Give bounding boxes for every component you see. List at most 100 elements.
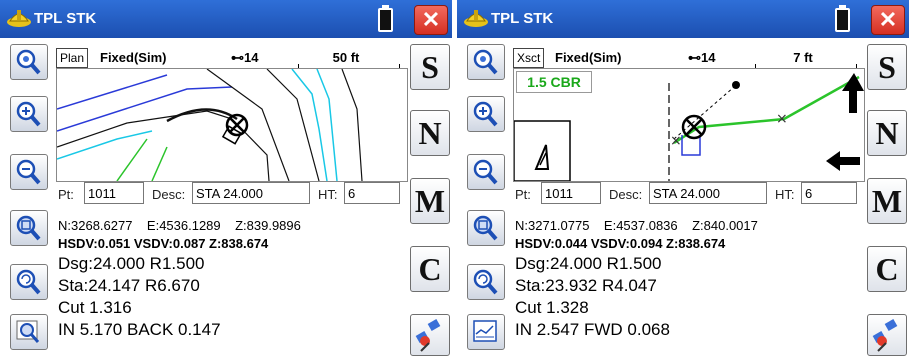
profile-view-button[interactable]	[467, 314, 505, 350]
point-info-row: Pt: 1011 Desc: STA 24.000 HT: 6	[513, 182, 863, 208]
elevation-value: Z:840.0017	[692, 218, 758, 233]
zoom-window-button[interactable]	[467, 210, 505, 246]
n-button[interactable]: N	[410, 110, 450, 156]
zoom-toolbar	[0, 38, 55, 358]
zoom-out-icon	[473, 159, 498, 185]
point-info-row: Pt: 1011 Desc: STA 24.000 HT: 6	[56, 182, 406, 208]
ht-label: HT:	[318, 187, 338, 202]
cut-line: Cut 1.316	[58, 298, 132, 317]
battery-icon	[378, 5, 393, 32]
status-bar: Xsct Fixed(Sim) ⊷14 7 ft	[513, 48, 863, 69]
plan-map-drawing	[57, 69, 363, 181]
zoom-out-icon	[16, 159, 41, 185]
gps-status-button[interactable]	[410, 314, 450, 356]
zoom-in-icon	[473, 101, 498, 127]
n-button[interactable]: N	[867, 110, 907, 156]
close-button[interactable]: ✕	[414, 5, 448, 35]
c-button[interactable]: C	[867, 246, 907, 292]
northing-value: N:3271.0775	[515, 218, 590, 233]
station-line: Sta:24.147 R6.670	[58, 276, 200, 295]
cross-section-view[interactable]: × × 1.5 CBR	[513, 68, 865, 182]
s-button[interactable]: S	[410, 44, 450, 90]
northing-value: N:3268.6277	[58, 218, 133, 233]
pt-label: Pt:	[58, 187, 74, 202]
close-button[interactable]: ✕	[871, 5, 905, 35]
hard-hat-icon	[7, 10, 31, 27]
desc-input[interactable]: STA 24.000	[192, 182, 310, 204]
side-toolbar: S N M C	[865, 38, 909, 358]
view-tab-plan[interactable]: Plan	[56, 48, 89, 68]
desc-label: Desc:	[609, 187, 643, 202]
direction-line: IN 5.170 BACK 0.147	[58, 320, 221, 339]
satellite-icon: ⊷	[688, 50, 701, 65]
cbr-label: 1.5 CBR	[516, 71, 592, 93]
m-button[interactable]: M	[410, 178, 450, 224]
zoom-window-icon	[16, 215, 41, 241]
zoom-extents-button[interactable]	[10, 44, 48, 80]
ht-label: HT:	[775, 187, 795, 202]
zoom-extents-button[interactable]	[467, 44, 505, 80]
pt-input[interactable]: 1011	[541, 182, 601, 204]
zoom-window-button[interactable]	[10, 210, 48, 246]
c-button[interactable]: C	[410, 246, 450, 292]
svg-text:×: ×	[670, 133, 682, 149]
zoom-realtime-button[interactable]	[10, 314, 48, 350]
desc-input[interactable]: STA 24.000	[649, 182, 767, 204]
satellite-icon: ⊷	[231, 50, 244, 65]
app-title: TPL STK	[34, 10, 97, 27]
easting-value: E:4537.0836	[603, 218, 678, 233]
design-line: Dsg:24.000 R1.500	[58, 254, 205, 273]
zoom-in-button[interactable]	[467, 96, 505, 132]
zoom-in-button[interactable]	[10, 96, 48, 132]
gps-status-button[interactable]	[867, 314, 907, 356]
satellite-count: ⊷14	[231, 50, 259, 65]
satellite-dish-icon	[872, 319, 898, 352]
view-tab-xsct[interactable]: Xsct	[513, 48, 545, 68]
zoom-previous-button[interactable]	[10, 264, 48, 300]
hard-hat-icon	[464, 10, 488, 27]
title-bar: TPL STK ✕	[457, 0, 909, 38]
app-title: TPL STK	[491, 10, 554, 27]
accuracy-line: HSDV:0.044 VSDV:0.094 Z:838.674	[515, 236, 726, 251]
gps-mode: Fixed(Sim)	[555, 50, 622, 65]
elevation-value: Z:839.9896	[235, 218, 301, 233]
zoom-out-button[interactable]	[10, 154, 48, 190]
m-button[interactable]: M	[867, 178, 907, 224]
cut-line: Cut 1.328	[515, 298, 589, 317]
pt-label: Pt:	[515, 187, 531, 202]
battery-icon	[835, 5, 850, 32]
zoom-in-icon	[16, 101, 41, 127]
satellite-count: ⊷14	[688, 50, 716, 65]
plan-map[interactable]	[56, 68, 408, 182]
left-screen: TPL STK ✕ Plan Fixed(Sim) ⊷14 50 ft Pt: …	[0, 0, 452, 358]
design-line: Dsg:24.000 R1.500	[515, 254, 662, 273]
zoom-toolbar	[457, 38, 512, 358]
s-button[interactable]: S	[867, 44, 907, 90]
satellite-dish-icon	[415, 319, 441, 352]
coordinate-line: N:3268.6277 E:4536.1289 Z:839.9896	[58, 218, 301, 233]
easting-value: E:4536.1289	[146, 218, 221, 233]
zoom-window-icon	[473, 215, 498, 241]
gps-mode: Fixed(Sim)	[100, 50, 167, 65]
coordinate-line: N:3271.0775 E:4537.0836 Z:840.0017	[515, 218, 758, 233]
ht-input[interactable]: 6	[344, 182, 400, 204]
station-line: Sta:23.932 R4.047	[515, 276, 657, 295]
zoom-previous-icon	[16, 269, 41, 295]
ht-input[interactable]: 6	[801, 182, 857, 204]
direction-line: IN 2.547 FWD 0.068	[515, 320, 670, 339]
right-screen: TPL STK ✕ Xsct Fixed(Sim) ⊷14 7 ft × × 1…	[457, 0, 909, 358]
accuracy-line: HSDV:0.051 VSDV:0.087 Z:838.674	[58, 236, 269, 251]
side-toolbar: S N M C	[408, 38, 452, 358]
svg-text:×: ×	[776, 111, 788, 127]
status-bar: Plan Fixed(Sim) ⊷14 50 ft	[56, 48, 406, 69]
zoom-extents-icon	[473, 49, 498, 75]
zoom-out-button[interactable]	[467, 154, 505, 190]
zoom-previous-icon	[473, 269, 498, 295]
zoom-previous-button[interactable]	[467, 264, 505, 300]
zoom-realtime-icon	[16, 320, 40, 343]
title-bar: TPL STK ✕	[0, 0, 452, 38]
profile-chart-icon	[473, 320, 497, 342]
scale-label: 7 ft	[793, 50, 813, 65]
pt-input[interactable]: 1011	[84, 182, 144, 204]
zoom-extents-icon	[16, 49, 41, 75]
